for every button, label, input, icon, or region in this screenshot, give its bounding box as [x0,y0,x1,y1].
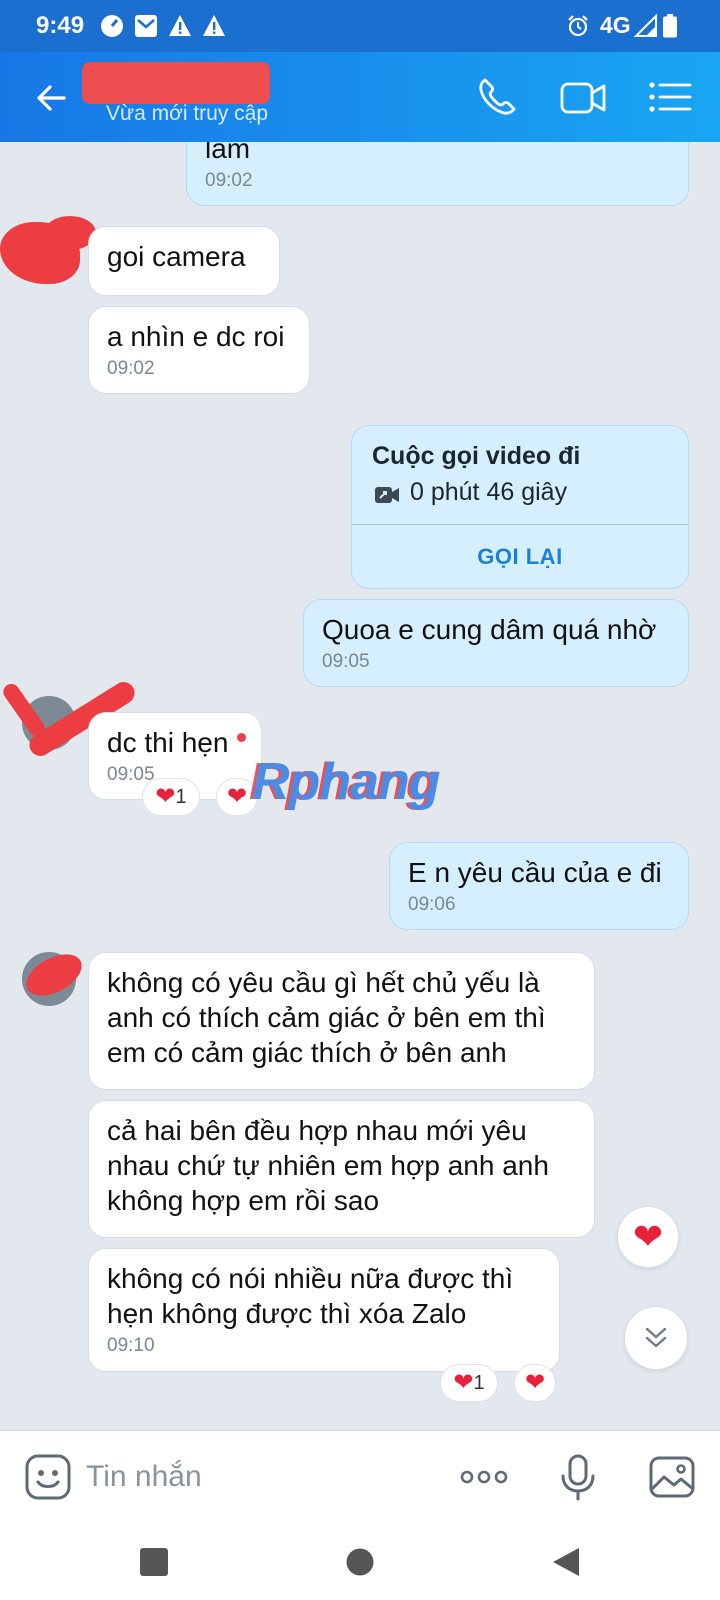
square-icon [140,1548,168,1576]
avatar[interactable] [0,677,139,761]
scroll-to-bottom-button[interactable] [624,1306,688,1370]
call-back-button[interactable]: GỌI LẠI [352,524,688,590]
status-bar: 9:49 4G [0,0,720,52]
video-camera-icon [375,487,399,503]
message-text: dc thi hẹn [107,727,229,758]
double-chevron-down-icon [645,1327,667,1348]
contact-name-redacted[interactable] [82,62,270,104]
alarm-icon [568,15,588,37]
avatar[interactable] [19,945,89,1006]
message-bubble-outgoing[interactable]: Quoa e cung dâm quá nhờ 09:05 [303,599,689,687]
reaction-count: 1 [473,1371,485,1394]
message-text: cả hai bên đều hợp nhau mới yêu nhau chứ… [107,1115,549,1216]
message-input-bar [0,1430,720,1524]
heart-icon: ❤ [453,1369,474,1396]
message-text: không có yêu cầu gì hết chủ yếu là anh c… [107,967,546,1068]
message-text: không có nói nhiều nữa được thì hẹn khôn… [107,1263,514,1329]
message-text: a nhìn e dc roi [107,321,285,352]
image-gallery-icon[interactable] [648,1453,696,1501]
home-button[interactable] [336,1538,384,1586]
back-arrow-icon[interactable] [28,74,76,122]
message-bubble-incoming[interactable]: cả hai bên đều hợp nhau mới yêu nhau chứ… [88,1100,595,1238]
recents-button[interactable] [130,1538,178,1586]
warning-icon [169,15,191,36]
reaction-count: 1 [175,785,187,808]
quick-heart-button[interactable]: ❤ [617,1206,679,1268]
avatar[interactable] [0,216,96,284]
message-bubble-outgoing[interactable]: lâm 09:02 [186,142,689,206]
message-text: goi camera [107,241,246,272]
chat-header: Vừa mới truy cập [0,52,720,142]
unread-dot [237,733,246,742]
message-text: E n yêu cầu của e đi [408,857,662,888]
message-time: 09:02 [107,358,155,379]
video-call-icon[interactable] [558,72,608,122]
heart-icon: ❤ [632,1216,664,1257]
message-list[interactable]: lâm 09:02 goi camera a nhìn e dc roi 09:… [0,142,720,1430]
message-time: 09:02 [205,170,253,191]
video-call-card[interactable]: Cuộc gọi video đi 0 phút 46 giây GỌI LẠI [351,425,689,589]
circle-icon [346,1548,374,1576]
watermark: Rphang [252,753,441,811]
online-status: Vừa mới truy cập [106,102,269,125]
battery-icon [663,14,677,38]
message-time: 09:10 [107,1335,155,1356]
speed-icon [101,15,123,37]
message-bubble-outgoing[interactable]: E n yêu cầu của e đi 09:06 [389,842,689,930]
triangle-back-icon [553,1548,579,1576]
phone-call-icon[interactable] [472,72,522,122]
reaction-count-badge[interactable]: ❤ 1 [142,778,200,816]
system-nav-bar [0,1524,720,1600]
message-bubble-incoming[interactable]: không có yêu cầu gì hết chủ yếu là anh c… [88,952,595,1090]
warning-icon [203,15,225,36]
microphone-icon[interactable] [554,1453,602,1501]
message-bubble-incoming[interactable]: không có nói nhiều nữa được thì hẹn khôn… [88,1248,560,1372]
message-time: 09:05 [322,651,370,672]
sticker-icon[interactable] [24,1453,72,1501]
message-input[interactable] [86,1449,416,1505]
more-options-icon[interactable] [458,1453,510,1501]
back-button[interactable] [542,1538,590,1586]
call-duration: 0 phút 46 giây [410,478,568,506]
message-bubble-incoming[interactable]: a nhìn e dc roi 09:02 [88,306,310,394]
redaction-scribble [19,945,89,1005]
message-text: lâm [205,142,251,164]
reaction-count-badge[interactable]: ❤ 1 [440,1364,498,1402]
heart-icon: ❤ [226,783,248,810]
message-text: Quoa e cung dâm quá nhờ [322,614,657,645]
call-title: Cuộc gọi video đi [372,442,581,470]
react-heart-button[interactable]: ❤ [514,1364,556,1402]
message-time: 09:06 [408,894,456,915]
menu-list-icon[interactable] [646,72,696,122]
status-time: 9:49 [36,12,85,39]
network-type: 4G [600,12,631,38]
heart-icon: ❤ [524,1369,546,1396]
message-bubble-incoming[interactable]: goi camera [88,226,280,296]
signal-icon [634,14,657,37]
heart-icon: ❤ [155,783,176,810]
mail-icon [135,15,157,37]
